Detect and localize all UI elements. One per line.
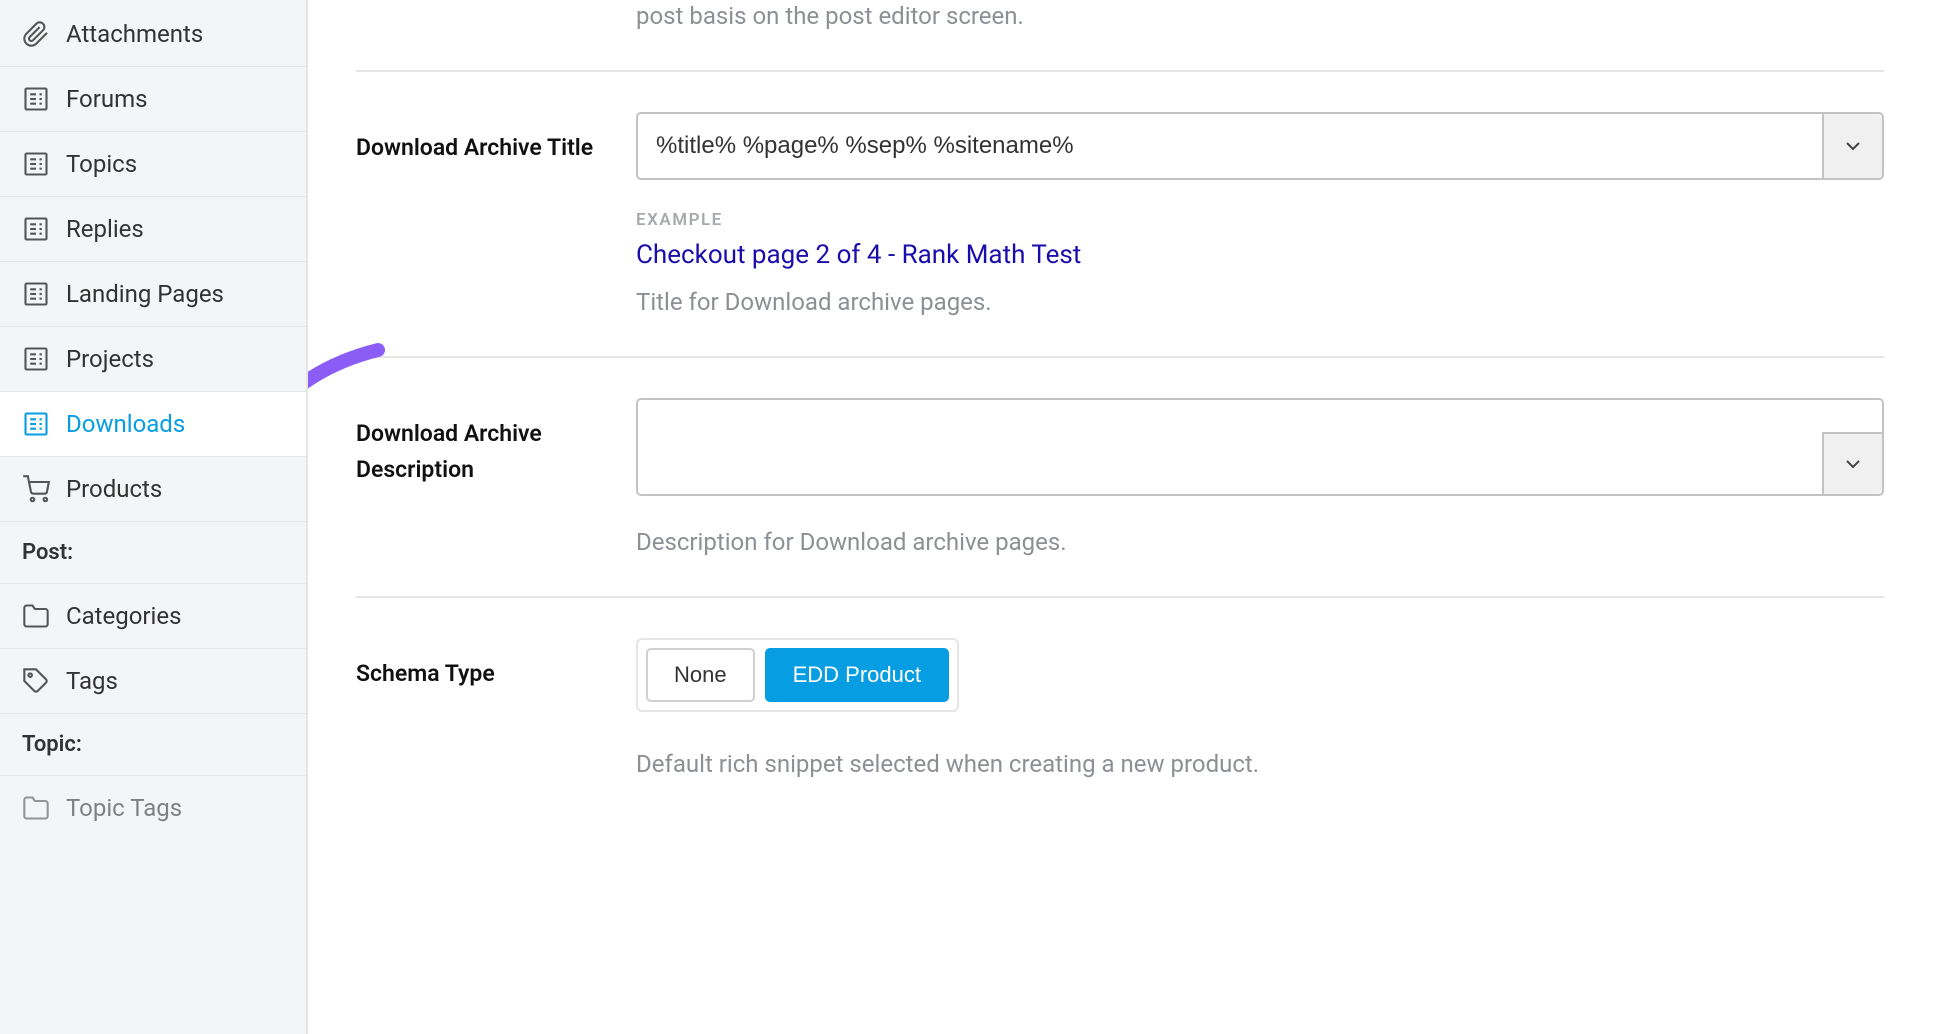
sidebar-item-replies[interactable]: Replies [0,197,306,262]
divider [356,70,1884,72]
post-icon [22,280,50,308]
sidebar-item-topics[interactable]: Topics [0,132,306,197]
field-schema-type: Schema Type None EDD Product Default ric… [356,638,1884,778]
sidebar-group-post: Post: [0,522,306,584]
post-icon [22,215,50,243]
chevron-down-icon [1841,452,1865,476]
post-icon [22,150,50,178]
help-text: Title for Download archive pages. [636,288,1884,316]
help-text: Description for Download archive pages. [636,528,1884,556]
example-value: Checkout page 2 of 4 - Rank Math Test [636,240,1884,270]
main-content: post basis on the post editor screen. Do… [308,0,1944,1034]
sidebar-item-label: Downloads [66,410,185,438]
sidebar-item-landing-pages[interactable]: Landing Pages [0,262,306,327]
attachment-icon [22,20,50,48]
divider [356,596,1884,598]
sidebar-item-label: Attachments [66,20,203,48]
sidebar-item-label: Tags [66,667,118,695]
help-text: Default rich snippet selected when creat… [636,750,1884,778]
divider [356,356,1884,358]
field-archive-description: Download Archive Description Description… [356,398,1884,556]
folder-icon [22,794,50,822]
post-icon [22,85,50,113]
archive-desc-input[interactable] [638,400,1882,494]
tag-icon [22,667,50,695]
sidebar-item-label: Projects [66,345,154,373]
sidebar-item-downloads[interactable]: Downloads [0,392,306,457]
sidebar-item-forums[interactable]: Forums [0,67,306,132]
app-root: Attachments Forums Topics Replies Landin… [0,0,1944,1034]
example-label: EXAMPLE [636,210,1884,230]
schema-option-edd-product[interactable]: EDD Product [765,648,949,702]
chevron-down-icon [1841,134,1865,158]
intro-text: post basis on the post editor screen. [636,2,1884,30]
sidebar-item-projects[interactable]: Projects [0,327,306,392]
folder-icon [22,602,50,630]
field-body: None EDD Product Default rich snippet se… [636,638,1884,778]
sidebar-item-label: Forums [66,85,148,113]
archive-desc-combo [636,398,1884,496]
sidebar-item-label: Replies [66,215,144,243]
field-body: Description for Download archive pages. [636,398,1884,556]
archive-title-input[interactable] [638,114,1822,178]
sidebar-item-label: Categories [66,602,182,630]
field-archive-title: Download Archive Title EXAMPLE Checkout … [356,112,1884,316]
post-icon [22,345,50,373]
dropdown-toggle[interactable] [1822,432,1882,494]
sidebar-item-categories[interactable]: Categories [0,584,306,649]
dropdown-toggle[interactable] [1822,114,1882,178]
sidebar-item-label: Topic Tags [66,794,182,822]
sidebar-item-label: Landing Pages [66,280,224,308]
post-icon [22,410,50,438]
sidebar-group-topic: Topic: [0,714,306,776]
sidebar-item-topic-tags[interactable]: Topic Tags [0,776,306,822]
sidebar-item-label: Products [66,475,162,503]
sidebar-item-products[interactable]: Products [0,457,306,522]
field-label: Download Archive Description [356,398,606,556]
sidebar: Attachments Forums Topics Replies Landin… [0,0,308,1034]
field-label: Schema Type [356,638,606,778]
field-label: Download Archive Title [356,112,606,316]
field-body: EXAMPLE Checkout page 2 of 4 - Rank Math… [636,112,1884,316]
sidebar-item-attachments[interactable]: Attachments [0,2,306,67]
sidebar-item-tags[interactable]: Tags [0,649,306,714]
schema-option-none[interactable]: None [646,648,755,702]
archive-title-combo [636,112,1884,180]
sidebar-item-label: Topics [66,150,137,178]
cart-icon [22,475,50,503]
schema-toggle-group: None EDD Product [636,638,959,712]
